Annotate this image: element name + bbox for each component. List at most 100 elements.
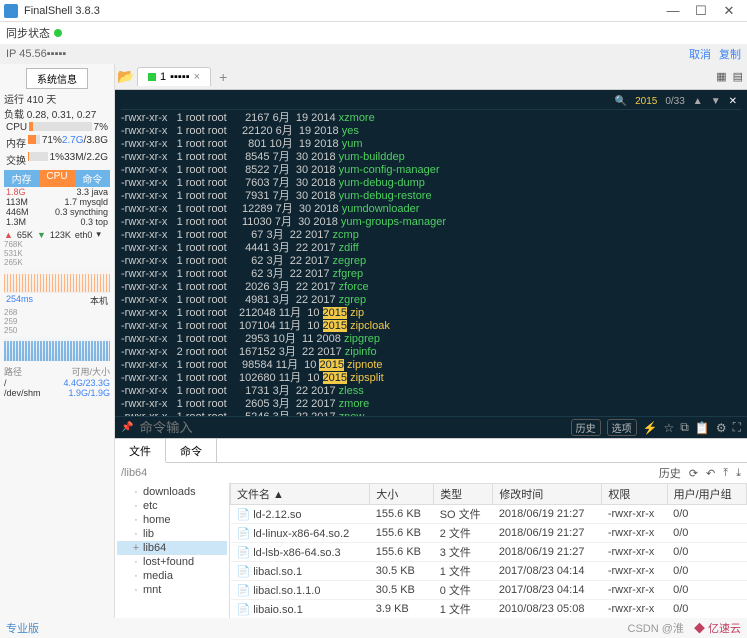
file-row[interactable]: 📄libacl.so.1.1.030.5 KB0 文件2017/08/23 04… (231, 581, 747, 600)
terminal-line: -rwxr-xr-x 1 root root 98584 11月 10 2015… (121, 359, 741, 372)
folder-open-icon[interactable]: 📂 (115, 68, 137, 85)
pin-icon[interactable]: 📌 (121, 422, 133, 433)
disk-section: 路径可用/大小 /4.4G/23.3G/dev/shm1.9G/1.9G (4, 365, 110, 398)
star-icon[interactable]: ☆ (664, 421, 675, 435)
file-icon: 📄 (237, 528, 251, 540)
tab-mem[interactable]: 内存 (4, 170, 39, 187)
back-icon[interactable]: ↶ (706, 467, 715, 480)
add-tab-button[interactable]: + (219, 69, 227, 85)
file-row[interactable]: 📄ld-linux-x86-64.so.2155.6 KB2 文件2018/06… (231, 524, 747, 543)
cancel-link[interactable]: 取消 (689, 46, 711, 62)
tab-commands[interactable]: 命令 (166, 439, 217, 462)
file-icon: 📄 (237, 566, 251, 578)
tree-item[interactable]: · lost+found (117, 555, 227, 569)
expand-icon[interactable]: ⛶ (733, 420, 741, 435)
file-area: 文件 命令 /lib64 历史 ⟳ ↶ ⤒ ⤓ · downloads· etc… (115, 438, 747, 618)
terminal-line: -rwxr-xr-x 1 root root 62 3月 22 2017 zfg… (121, 268, 741, 281)
tree-item[interactable]: · etc (117, 499, 227, 513)
sync-label: 同步状态 (6, 25, 50, 41)
close-button[interactable]: ✕ (715, 3, 743, 19)
minimize-button[interactable]: — (659, 3, 687, 18)
terminal-line: -rwxr-xr-x 1 root root 107104 11月 10 201… (121, 320, 741, 333)
tree-item[interactable]: · downloads (117, 485, 227, 499)
copy-icon[interactable]: ⧉ (680, 420, 689, 435)
col-size[interactable]: 大小 (370, 484, 434, 505)
mem-pct: 71% (42, 135, 62, 150)
tree-item[interactable]: · media (117, 569, 227, 583)
terminal[interactable]: 🔍 2015 0/33 ▲ ▼ ✕ -rwxr-xr-x 1 root root… (115, 90, 747, 416)
history-dropdown[interactable]: 历史 (659, 465, 681, 481)
download-icon[interactable]: ⤓ (736, 467, 741, 480)
search-next-icon[interactable]: ▼ (711, 95, 721, 108)
swap-total: 2.2G (86, 152, 108, 167)
session-tab[interactable]: 1 ▪▪▪▪▪ × (137, 67, 211, 86)
arrow-up-icon: ▲ (4, 230, 13, 240)
terminal-line: -rwxr-xr-x 1 root root 11030 7月 30 2018 … (121, 216, 741, 229)
options-button[interactable]: 选项 (607, 419, 637, 436)
file-tabs: 文件 命令 (115, 439, 747, 463)
file-icon: 📄 (237, 585, 251, 597)
watermark-csdn: CSDN @淮 (628, 620, 684, 636)
file-row[interactable]: 📄libaio.so.13.9 KB1 文件2010/08/23 05:08-r… (231, 600, 747, 619)
swap-used: 33M (64, 152, 83, 167)
terminal-search-bar: 🔍 2015 0/33 ▲ ▼ ✕ (121, 94, 741, 110)
system-info-button[interactable]: 系统信息 (26, 68, 88, 89)
tab-cpu[interactable]: CPU (39, 170, 74, 187)
process-row: 1.8G3.3 java (4, 187, 110, 197)
gear-icon[interactable]: ⚙ (716, 421, 727, 435)
folder-tree[interactable]: · downloads· etc· home· lib+ lib64· lost… (115, 483, 230, 618)
maximize-button[interactable]: ☐ (687, 3, 715, 19)
cpu-pct: 7% (94, 122, 108, 133)
file-row[interactable]: 📄libacl.so.130.5 KB1 文件2017/08/23 04:14-… (231, 562, 747, 581)
search-prev-icon[interactable]: ▲ (693, 95, 703, 108)
current-path[interactable]: /lib64 (121, 467, 147, 479)
tree-item[interactable]: + lib64 (117, 541, 227, 555)
process-row: 446M0.3 syncthing (4, 207, 110, 217)
connected-icon (148, 73, 156, 81)
terminal-line: -rwxr-xr-x 1 root root 22120 6月 19 2018 … (121, 125, 741, 138)
tab-close-icon[interactable]: × (194, 71, 200, 83)
session-tabbar: 📂 1 ▪▪▪▪▪ × + ▦ ▤ (115, 64, 747, 90)
col-owner[interactable]: 用户/用户组 (667, 484, 746, 505)
grid-icon[interactable]: ▦ (716, 70, 726, 83)
col-perm[interactable]: 权限 (602, 484, 667, 505)
tab-cmd[interactable]: 命令 (75, 170, 110, 187)
search-count: 0/33 (665, 95, 684, 108)
terminal-line: -rwxr-xr-x 1 root root 7603 7月 30 2018 y… (121, 177, 741, 190)
upload-icon[interactable]: ⤒ (723, 467, 728, 480)
bolt-icon[interactable]: ⚡ (643, 421, 658, 435)
swap-pct: 1% (50, 152, 64, 167)
search-term[interactable]: 2015 (635, 95, 657, 108)
list-icon[interactable]: ▤ (733, 70, 743, 83)
host-label: 本机 (90, 294, 108, 307)
tree-item[interactable]: · mnt (117, 583, 227, 597)
sidebar: 系统信息 运行 410 天 负载 0.28, 0.31, 0.27 CPU7% … (0, 64, 115, 618)
tab-files[interactable]: 文件 (115, 439, 166, 463)
history-button[interactable]: 历史 (571, 419, 601, 436)
col-name[interactable]: 文件名 ▲ (231, 484, 370, 505)
search-icon[interactable]: 🔍 (615, 95, 627, 108)
command-input[interactable] (139, 420, 564, 435)
content-area: 📂 1 ▪▪▪▪▪ × + ▦ ▤ 🔍 2015 0/33 ▲ ▼ ✕ (115, 64, 747, 618)
tree-item[interactable]: · home (117, 513, 227, 527)
tree-item[interactable]: · lib (117, 527, 227, 541)
file-icon: 📄 (237, 547, 251, 559)
col-type[interactable]: 类型 (434, 484, 493, 505)
net-iface: eth0 (75, 230, 93, 240)
chevron-down-icon[interactable]: ▾ (96, 229, 101, 240)
file-row[interactable]: 📄ld-lsb-x86-64.so.3155.6 KB3 文件2018/06/1… (231, 543, 747, 562)
net-indicator: ▲65K ▼123K eth0▾ (4, 229, 110, 240)
refresh-icon[interactable]: ⟳ (689, 467, 698, 480)
col-mtime[interactable]: 修改时间 (493, 484, 602, 505)
process-list: 1.8G3.3 java113M1.7 mysqld446M0.3 syncth… (4, 187, 110, 227)
terminal-line: -rwxr-xr-x 1 root root 2026 3月 22 2017 z… (121, 281, 741, 294)
copy-link[interactable]: 复制 (719, 46, 741, 62)
tab-index: 1 (160, 71, 166, 83)
search-close-icon[interactable]: ✕ (729, 95, 737, 108)
net-sparkline (4, 267, 110, 293)
ip-label: IP 45.56 (6, 48, 47, 60)
terminal-line: -rwxr-xr-x 1 root root 2953 10月 11 2008 … (121, 333, 741, 346)
file-table[interactable]: 文件名 ▲ 大小 类型 修改时间 权限 用户/用户组 📄ld-2.12.so15… (230, 483, 747, 618)
paste-icon[interactable]: 📋 (695, 421, 710, 435)
file-row[interactable]: 📄ld-2.12.so155.6 KBSO 文件2018/06/19 21:27… (231, 505, 747, 524)
